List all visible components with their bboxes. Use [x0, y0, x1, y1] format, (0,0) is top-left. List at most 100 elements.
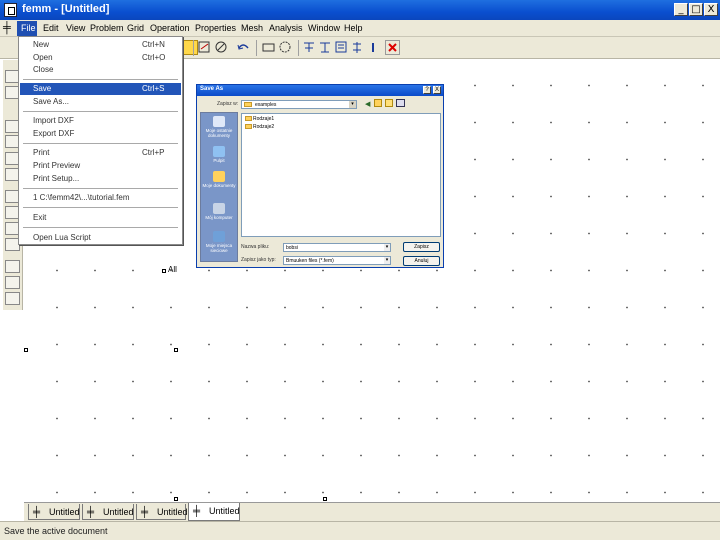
menu-item-print-preview[interactable]: Print Preview: [20, 160, 181, 172]
menu-bar: ╪ File Edit View Problem Grid Operation …: [0, 20, 720, 54]
menu-item-print-setup[interactable]: Print Setup...: [20, 173, 181, 185]
file-type-select[interactable]: Bmuuken files (*.fem) ▾: [283, 256, 391, 265]
network-places-icon: [213, 231, 225, 242]
my-computer-icon: [213, 203, 225, 214]
menu-view[interactable]: View: [66, 23, 85, 33]
grid-settings-icon[interactable]: [5, 292, 20, 305]
dialog-title-bar: Save As ? X: [197, 85, 443, 96]
snap-icon[interactable]: [350, 40, 365, 55]
zoom-window-icon[interactable]: [214, 40, 229, 55]
system-menu-icon[interactable]: ╪: [3, 22, 11, 34]
dialog-close-button[interactable]: X: [433, 86, 441, 94]
file-name-input[interactable]: bobsi ▾: [283, 243, 391, 252]
file-list-item[interactable]: Rodzaje1: [245, 116, 274, 122]
status-bar: Save the active document: [0, 521, 720, 540]
open-icon[interactable]: [183, 40, 198, 55]
folder-icon: [244, 102, 252, 107]
view-results-icon[interactable]: [334, 40, 349, 55]
menu-operation[interactable]: Operation: [150, 23, 190, 33]
menu-separator: [23, 79, 178, 80]
document-icon: ╪: [141, 507, 149, 518]
place-desktop[interactable]: Pulpit: [201, 146, 237, 163]
chevron-down-icon[interactable]: ▾: [349, 101, 356, 108]
zoom-tool-icon[interactable]: [197, 40, 212, 55]
node-point[interactable]: [24, 348, 28, 352]
folder-icon: [245, 116, 252, 122]
minimize-button[interactable]: _: [674, 3, 688, 16]
menu-window[interactable]: Window: [308, 23, 340, 33]
node-point[interactable]: [323, 497, 327, 501]
menu-item-recent-file[interactable]: 1 C:\femm42\...\tutorial.fem: [20, 192, 181, 204]
menu-item-open-lua-script[interactable]: Open Lua Script: [20, 232, 181, 244]
undo-icon[interactable]: [236, 40, 251, 55]
mesh-icon[interactable]: [302, 40, 317, 55]
places-bar: Moje ostatnie dokumenty Pulpit Moje doku…: [200, 112, 238, 262]
menu-item-new[interactable]: New Ctrl+N: [20, 39, 181, 51]
node-point[interactable]: [174, 497, 178, 501]
tab-untitled-3[interactable]: ╪ Untitled: [136, 504, 188, 520]
file-list[interactable]: Rodzaje1 Rodzaje2: [241, 113, 441, 237]
menu-separator: [23, 207, 178, 208]
menu-item-save[interactable]: Save Ctrl+S: [20, 83, 181, 95]
menu-grid[interactable]: Grid: [127, 23, 144, 33]
recent-documents-icon: [213, 116, 225, 127]
menu-item-export-dxf[interactable]: Export DXF: [20, 128, 181, 140]
node-point[interactable]: [174, 348, 178, 352]
menu-item-import-dxf[interactable]: Import DXF: [20, 115, 181, 127]
tab-untitled-active[interactable]: ╪ Untitled: [188, 503, 240, 521]
info-icon[interactable]: [366, 40, 381, 55]
document-icon: ╪: [87, 507, 95, 518]
chevron-down-icon[interactable]: ▾: [384, 257, 390, 264]
snap-grid-icon[interactable]: [5, 276, 20, 289]
view-menu-icon[interactable]: [396, 99, 405, 107]
file-list-item[interactable]: Rodzaje2: [245, 124, 274, 130]
close-button[interactable]: X: [704, 3, 718, 16]
delete-icon[interactable]: [385, 40, 400, 55]
document-icon: ╪: [193, 506, 201, 517]
app-icon[interactable]: [4, 3, 17, 17]
maximize-button[interactable]: □: [689, 3, 703, 16]
save-in-dropdown[interactable]: examples ▾: [241, 100, 357, 109]
dialog-title: Save As: [200, 86, 224, 92]
node-point[interactable]: [162, 269, 166, 273]
menu-item-print[interactable]: Print Ctrl+P: [20, 147, 181, 159]
file-name-label: Nazwa pliku:: [241, 244, 270, 250]
tab-untitled-1[interactable]: ╪ Untitled: [28, 504, 80, 520]
new-folder-icon[interactable]: [385, 99, 393, 107]
menu-help[interactable]: Help: [344, 23, 363, 33]
place-my-computer[interactable]: Mój komputer: [201, 203, 237, 220]
menu-item-exit[interactable]: Exit: [20, 212, 181, 224]
document-icon: ╪: [33, 507, 41, 518]
circle-select-icon[interactable]: [278, 40, 293, 55]
menu-separator: [23, 227, 178, 228]
dialog-help-button[interactable]: ?: [423, 86, 431, 94]
place-recent[interactable]: Moje ostatnie dokumenty: [201, 116, 237, 138]
place-network[interactable]: Moje miejsca sieciowe: [201, 231, 237, 253]
rectangle-select-icon[interactable]: [261, 40, 276, 55]
menu-item-save-as[interactable]: Save As...: [20, 96, 181, 108]
chevron-down-icon[interactable]: ▾: [384, 244, 390, 251]
document-tab-bar: ╪ Untitled ╪ Untitled ╪ Untitled ╪ Untit…: [24, 502, 720, 521]
place-my-documents[interactable]: Moje dokumenty: [201, 171, 237, 188]
analyze-icon[interactable]: [318, 40, 333, 55]
tab-untitled-2[interactable]: ╪ Untitled: [82, 504, 134, 520]
menu-separator: [23, 111, 178, 112]
menu-properties[interactable]: Properties: [195, 23, 236, 33]
folder-icon: [245, 124, 252, 130]
menu-item-open[interactable]: Open Ctrl+O: [20, 52, 181, 64]
back-icon[interactable]: ◀: [365, 100, 370, 108]
up-folder-icon[interactable]: [374, 99, 382, 107]
menu-separator: [23, 143, 178, 144]
grid-icon[interactable]: [5, 260, 20, 273]
menu-mesh[interactable]: Mesh: [241, 23, 263, 33]
menu-separator: [23, 188, 178, 189]
save-button[interactable]: Zapisz: [403, 242, 440, 252]
cancel-button[interactable]: Anuluj: [403, 256, 440, 266]
menu-analysis[interactable]: Analysis: [269, 23, 303, 33]
menu-edit[interactable]: Edit: [43, 23, 59, 33]
menu-item-close[interactable]: Close: [20, 64, 181, 76]
block-label[interactable]: All: [168, 265, 177, 274]
menu-file[interactable]: File: [21, 23, 36, 33]
save-in-label: Zapisz w:: [217, 101, 239, 107]
menu-problem[interactable]: Problem: [90, 23, 124, 33]
